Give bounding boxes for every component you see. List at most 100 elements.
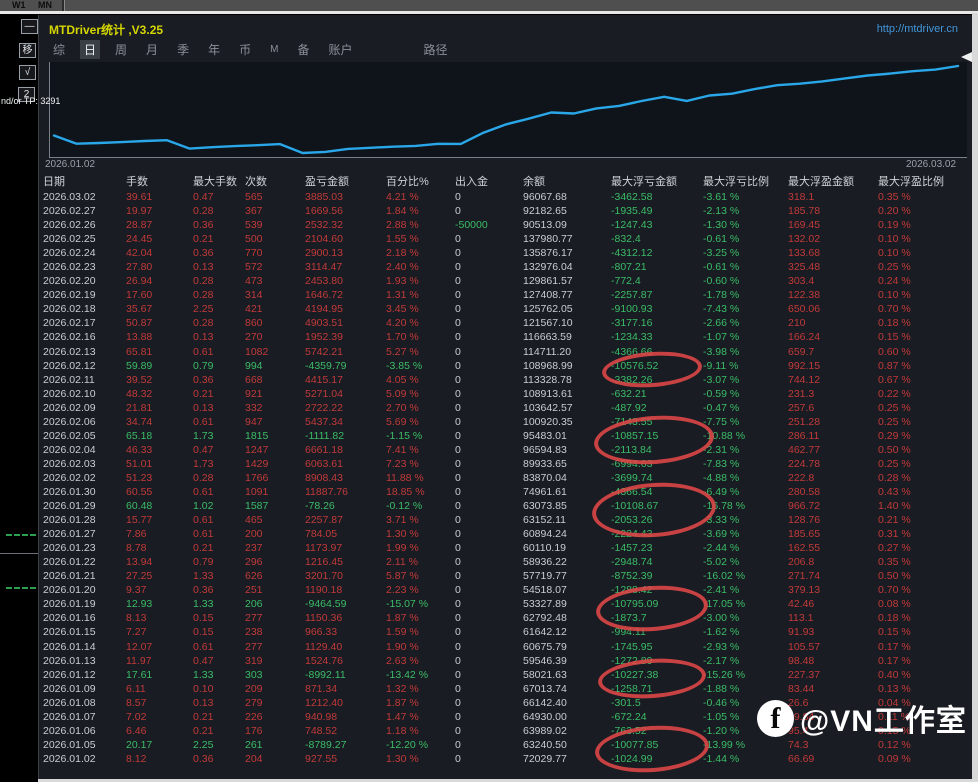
- mtdriver-url-link[interactable]: http://mtdriver.cn: [877, 23, 958, 35]
- cell-pnl: 2257.87: [301, 513, 382, 527]
- cell-float-profit-pct: 0.50 %: [874, 569, 969, 583]
- table-row: 2026.02.0565.181.731815-1111.82-1.15 %09…: [39, 429, 969, 443]
- menu-item-备[interactable]: 备: [293, 40, 313, 59]
- cell-lots: 21.81: [122, 401, 189, 415]
- cell-date: 2026.02.19: [39, 288, 122, 302]
- cell-pct: 2.70 %: [382, 401, 451, 415]
- chart-leftover-label: nd/or TP: 3291: [1, 96, 60, 106]
- cell-inout: 0: [451, 668, 519, 682]
- cell-inout: 0: [451, 429, 519, 443]
- cell-pnl: 11887.76: [301, 485, 382, 499]
- menu-item-综[interactable]: 综: [49, 40, 69, 59]
- menu-item-币[interactable]: 币: [235, 40, 255, 59]
- cell-balance: 129861.57: [519, 274, 607, 288]
- cell-balance: 113328.78: [519, 373, 607, 387]
- cell-float-loss: -3177.16: [607, 316, 699, 330]
- cell-trades: 206: [241, 597, 301, 611]
- cell-trades: 277: [241, 640, 301, 654]
- cell-float-loss-pct: -5.02 %: [699, 555, 784, 569]
- cell-max-lots: 1.73: [189, 457, 241, 471]
- menu-item-季[interactable]: 季: [173, 40, 193, 59]
- watermark-handle: @VN工作室: [800, 696, 967, 740]
- cell-date: 2026.01.05: [39, 738, 122, 752]
- menu-item-月[interactable]: 月: [142, 40, 162, 59]
- cell-trades: 465: [241, 513, 301, 527]
- cell-inout: 0: [451, 373, 519, 387]
- cell-inout: 0: [451, 415, 519, 429]
- cell-lots: 13.94: [122, 555, 189, 569]
- cell-lots: 7.86: [122, 527, 189, 541]
- menu-item-M[interactable]: M: [266, 43, 282, 56]
- cell-lots: 17.61: [122, 668, 189, 682]
- period-tab-W1[interactable]: W1: [12, 0, 26, 11]
- cell-inout: 0: [451, 724, 519, 738]
- cell-float-profit-pct: 0.50 %: [874, 443, 969, 457]
- col-header: 日期: [39, 175, 122, 190]
- cell-date: 2026.01.09: [39, 682, 122, 696]
- minimize-button[interactable]: —: [21, 19, 38, 34]
- cell-max-lots: 0.61: [189, 485, 241, 499]
- cell-max-lots: 1.73: [189, 429, 241, 443]
- cell-pnl: 1173.97: [301, 541, 382, 555]
- cell-float-profit: 650.06: [784, 302, 874, 316]
- cell-float-loss: -487.92: [607, 401, 699, 415]
- cell-lots: 12.93: [122, 597, 189, 611]
- menu-item-日[interactable]: 日: [80, 40, 100, 59]
- menu-item-周[interactable]: 周: [111, 40, 131, 59]
- cell-date: 2026.01.12: [39, 668, 122, 682]
- cell-balance: 137980.77: [519, 232, 607, 246]
- cell-balance: 59546.39: [519, 654, 607, 668]
- table-row: 2026.01.168.130.152771150.361.87 %062792…: [39, 611, 969, 625]
- cell-pct: 7.23 %: [382, 457, 451, 471]
- col-header: 次数: [241, 175, 301, 190]
- cell-pct: 5.09 %: [382, 387, 451, 401]
- cell-balance: 67013.74: [519, 682, 607, 696]
- cell-pnl: 6661.18: [301, 443, 382, 457]
- table-row: 2026.02.1259.890.79994-4359.79-3.85 %010…: [39, 359, 969, 373]
- cell-float-loss: -1288.42: [607, 583, 699, 597]
- cell-pct: 1.55 %: [382, 232, 451, 246]
- cell-float-loss-pct: -7.83 %: [699, 457, 784, 471]
- cell-trades: 279: [241, 696, 301, 710]
- menu-item-年[interactable]: 年: [204, 40, 224, 59]
- menu-item-路径[interactable]: 路径: [419, 40, 451, 59]
- cell-float-profit-pct: 0.10 %: [874, 288, 969, 302]
- cell-balance: 83870.04: [519, 471, 607, 485]
- cell-trades: 277: [241, 611, 301, 625]
- cell-lots: 8.13: [122, 611, 189, 625]
- cell-pnl: 8908.43: [301, 471, 382, 485]
- cell-lots: 19.97: [122, 204, 189, 218]
- cell-float-profit-pct: 1.40 %: [874, 499, 969, 513]
- cell-pnl: 1646.72: [301, 288, 382, 302]
- cell-float-profit-pct: 0.31 %: [874, 527, 969, 541]
- cell-pct: 4.05 %: [382, 373, 451, 387]
- cell-float-profit: 966.72: [784, 499, 874, 513]
- axis-label-start: 2026.01.02: [45, 159, 95, 170]
- cell-inout: 0: [451, 499, 519, 513]
- cell-lots: 51.01: [122, 457, 189, 471]
- cell-max-lots: 0.61: [189, 640, 241, 654]
- period-tab-MN[interactable]: MN: [38, 0, 52, 11]
- move-button[interactable]: 移: [19, 43, 36, 58]
- menu-item-账户[interactable]: 账户: [324, 40, 356, 59]
- toolbar-bottom-edge: [0, 11, 978, 14]
- cell-float-profit: 462.77: [784, 443, 874, 457]
- cell-float-profit: 133.68: [784, 246, 874, 260]
- cell-balance: 60675.79: [519, 640, 607, 654]
- cell-trades: 332: [241, 401, 301, 415]
- cell-float-loss: -10108.67: [607, 499, 699, 513]
- cell-balance: 57719.77: [519, 569, 607, 583]
- cell-trades: 204: [241, 752, 301, 766]
- col-header: 百分比%: [382, 175, 451, 190]
- check-button[interactable]: √: [19, 65, 36, 80]
- cell-balance: 53327.89: [519, 597, 607, 611]
- cell-float-loss-pct: -3.98 %: [699, 345, 784, 359]
- cell-max-lots: 0.36: [189, 752, 241, 766]
- cell-float-loss-pct: -1.44 %: [699, 752, 784, 766]
- cell-float-profit-pct: 0.17 %: [874, 640, 969, 654]
- cell-pct: 2.18 %: [382, 246, 451, 260]
- cell-trades: 860: [241, 316, 301, 330]
- table-row: 2026.03.0239.610.475653885.034.21 %09606…: [39, 190, 969, 204]
- cell-inout: 0: [451, 541, 519, 555]
- right-scrollbar[interactable]: [972, 13, 978, 782]
